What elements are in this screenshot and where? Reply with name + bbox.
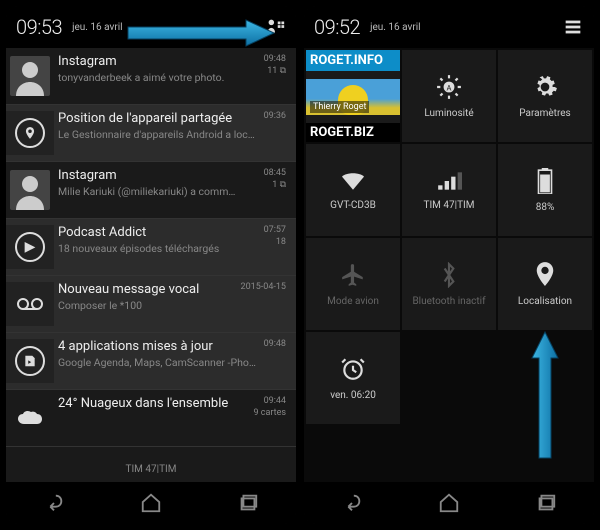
empty-tile <box>402 332 496 424</box>
notification-title: Podcast Addict <box>58 225 260 240</box>
tile-label: GVT-CD3B <box>330 200 376 211</box>
notification-extra: 9 cartes <box>253 408 286 418</box>
wifi-tile[interactable]: GVT-CD3B <box>306 144 400 236</box>
notification-title: Instagram <box>58 54 260 69</box>
notification-list: Instagram tonyvanderbeek a aimé votre pho… <box>6 48 296 456</box>
airplane-icon <box>340 262 366 288</box>
notification-time: 09:44 <box>253 396 286 406</box>
notification-title: Nouveau message vocal <box>58 282 237 297</box>
settings-tile[interactable]: Paramètres <box>498 50 592 142</box>
tile-label: Luminosité <box>424 108 473 119</box>
clock: 09:52 <box>314 15 360 39</box>
podcast-icon: ▶ <box>6 225 54 269</box>
notification-item[interactable]: Instagram Milie Kariuki (@miliekariuki) a… <box>6 162 296 219</box>
annotation-arrow-up <box>530 330 560 464</box>
back-button[interactable] <box>332 488 372 518</box>
cloud-icon <box>6 396 54 440</box>
profile-bot-text: ROGET.BIZ <box>306 123 400 142</box>
notification-subtitle: 18 nouveaux épisodes téléchargés <box>58 242 260 255</box>
bluetooth-tile[interactable]: Bluetooth inactif <box>402 238 496 330</box>
location-pin-icon <box>6 111 54 155</box>
back-button[interactable] <box>34 488 74 518</box>
avatar-icon <box>10 170 50 210</box>
nav-bar <box>6 482 296 524</box>
recents-button[interactable] <box>228 488 268 518</box>
svg-text:A: A <box>447 83 452 92</box>
location-icon <box>534 262 556 288</box>
notification-time: 2015-04-15 <box>237 282 286 292</box>
gear-icon <box>532 74 558 100</box>
notification-subtitle: Le Gestionnaire d'appareils Android a lo… <box>58 128 260 141</box>
signal-icon <box>436 170 462 192</box>
wifi-icon <box>339 170 367 192</box>
signal-tile[interactable]: TIM 47|TIM <box>402 144 496 236</box>
profile-image: Thierry Roget <box>306 79 400 115</box>
tile-label: Paramètres <box>519 108 570 119</box>
annotation-arrow-right <box>126 18 276 52</box>
home-button[interactable] <box>429 488 469 518</box>
tile-label: 88% <box>536 202 555 213</box>
tile-label: Mode avion <box>327 296 379 307</box>
clock: 09:53 <box>16 15 62 39</box>
profile-tile[interactable]: ROGET.INFO Thierry Roget ROGET.BIZ <box>306 50 400 142</box>
airplane-tile[interactable]: Mode avion <box>306 238 400 330</box>
status-bar: 09:52 jeu. 16 avril <box>304 6 594 48</box>
notification-time: 09:48 <box>260 339 286 349</box>
alarm-icon <box>340 356 366 382</box>
notification-time: 08:45 <box>260 168 286 178</box>
battery-tile[interactable]: 88% <box>498 144 592 236</box>
notification-time: 07:57 <box>260 225 286 235</box>
home-button[interactable] <box>131 488 171 518</box>
tile-label: TIM 47|TIM <box>424 200 475 211</box>
notification-item[interactable]: 24° Nuageux dans l'ensemble 09:44 9 carte… <box>6 390 296 447</box>
notification-item[interactable]: Nouveau message vocal Composer le *100 20… <box>6 276 296 333</box>
play-store-icon <box>6 339 54 383</box>
notification-time: 09:36 <box>260 111 286 121</box>
tile-label: Bluetooth inactif <box>412 296 485 307</box>
notification-item[interactable]: Position de l'appareil partagée Le Gestio… <box>6 105 296 162</box>
recents-button[interactable] <box>526 488 566 518</box>
tile-label: ven. 06:20 <box>330 390 376 401</box>
phone-left-notification-shade: 09:53 jeu. 16 avril Instagram tonyvanderb… <box>6 6 296 524</box>
notification-subtitle: Milie Kariuki (@miliekariuki) a comm… <box>58 185 260 198</box>
carrier-footer: TIM 47|TIM <box>6 456 296 482</box>
notification-item[interactable]: ▶ Podcast Addict 18 nouveaux épisodes tél… <box>6 219 296 276</box>
brightness-tile[interactable]: A Luminosité <box>402 50 496 142</box>
notification-subtitle: Composer le *100 <box>58 299 237 312</box>
notification-time: 09:48 <box>260 54 286 64</box>
nav-bar <box>304 482 594 524</box>
notification-item[interactable]: 4 applications mises à jour Google Agenda… <box>6 333 296 390</box>
tile-label: Localisation <box>518 296 572 307</box>
avatar-icon <box>10 56 50 96</box>
location-tile[interactable]: Localisation <box>498 238 592 330</box>
bluetooth-icon <box>439 262 459 288</box>
notification-subtitle: tonyvanderbeek a aimé votre photo. <box>58 71 260 84</box>
notification-extra: 18 <box>260 237 286 247</box>
notification-title: 4 applications mises à jour <box>58 339 260 354</box>
notifications-toggle-icon[interactable] <box>562 16 584 38</box>
battery-icon <box>537 168 553 194</box>
date: jeu. 16 avril <box>72 22 123 33</box>
notification-title: Instagram <box>58 168 260 183</box>
notification-item[interactable]: Instagram tonyvanderbeek a aimé votre pho… <box>6 48 296 105</box>
voicemail-icon <box>6 282 54 326</box>
profile-top-text: ROGET.INFO <box>306 50 400 71</box>
notification-subtitle: Google Agenda, Maps, CamScanner -Phon… <box>58 356 260 369</box>
profile-name: Thierry Roget <box>310 101 369 113</box>
notification-extra: 11 ⧉ <box>260 66 286 76</box>
date: jeu. 16 avril <box>370 22 421 33</box>
notification-title: 24° Nuageux dans l'ensemble <box>58 396 253 411</box>
notification-extra: 1 ⧉ <box>260 180 286 190</box>
brightness-icon: A <box>436 74 462 100</box>
phone-right-quick-settings: 09:52 jeu. 16 avril ROGET.INFO Thierry R… <box>304 6 594 524</box>
notification-title: Position de l'appareil partagée <box>58 111 260 126</box>
alarm-tile[interactable]: ven. 06:20 <box>306 332 400 424</box>
